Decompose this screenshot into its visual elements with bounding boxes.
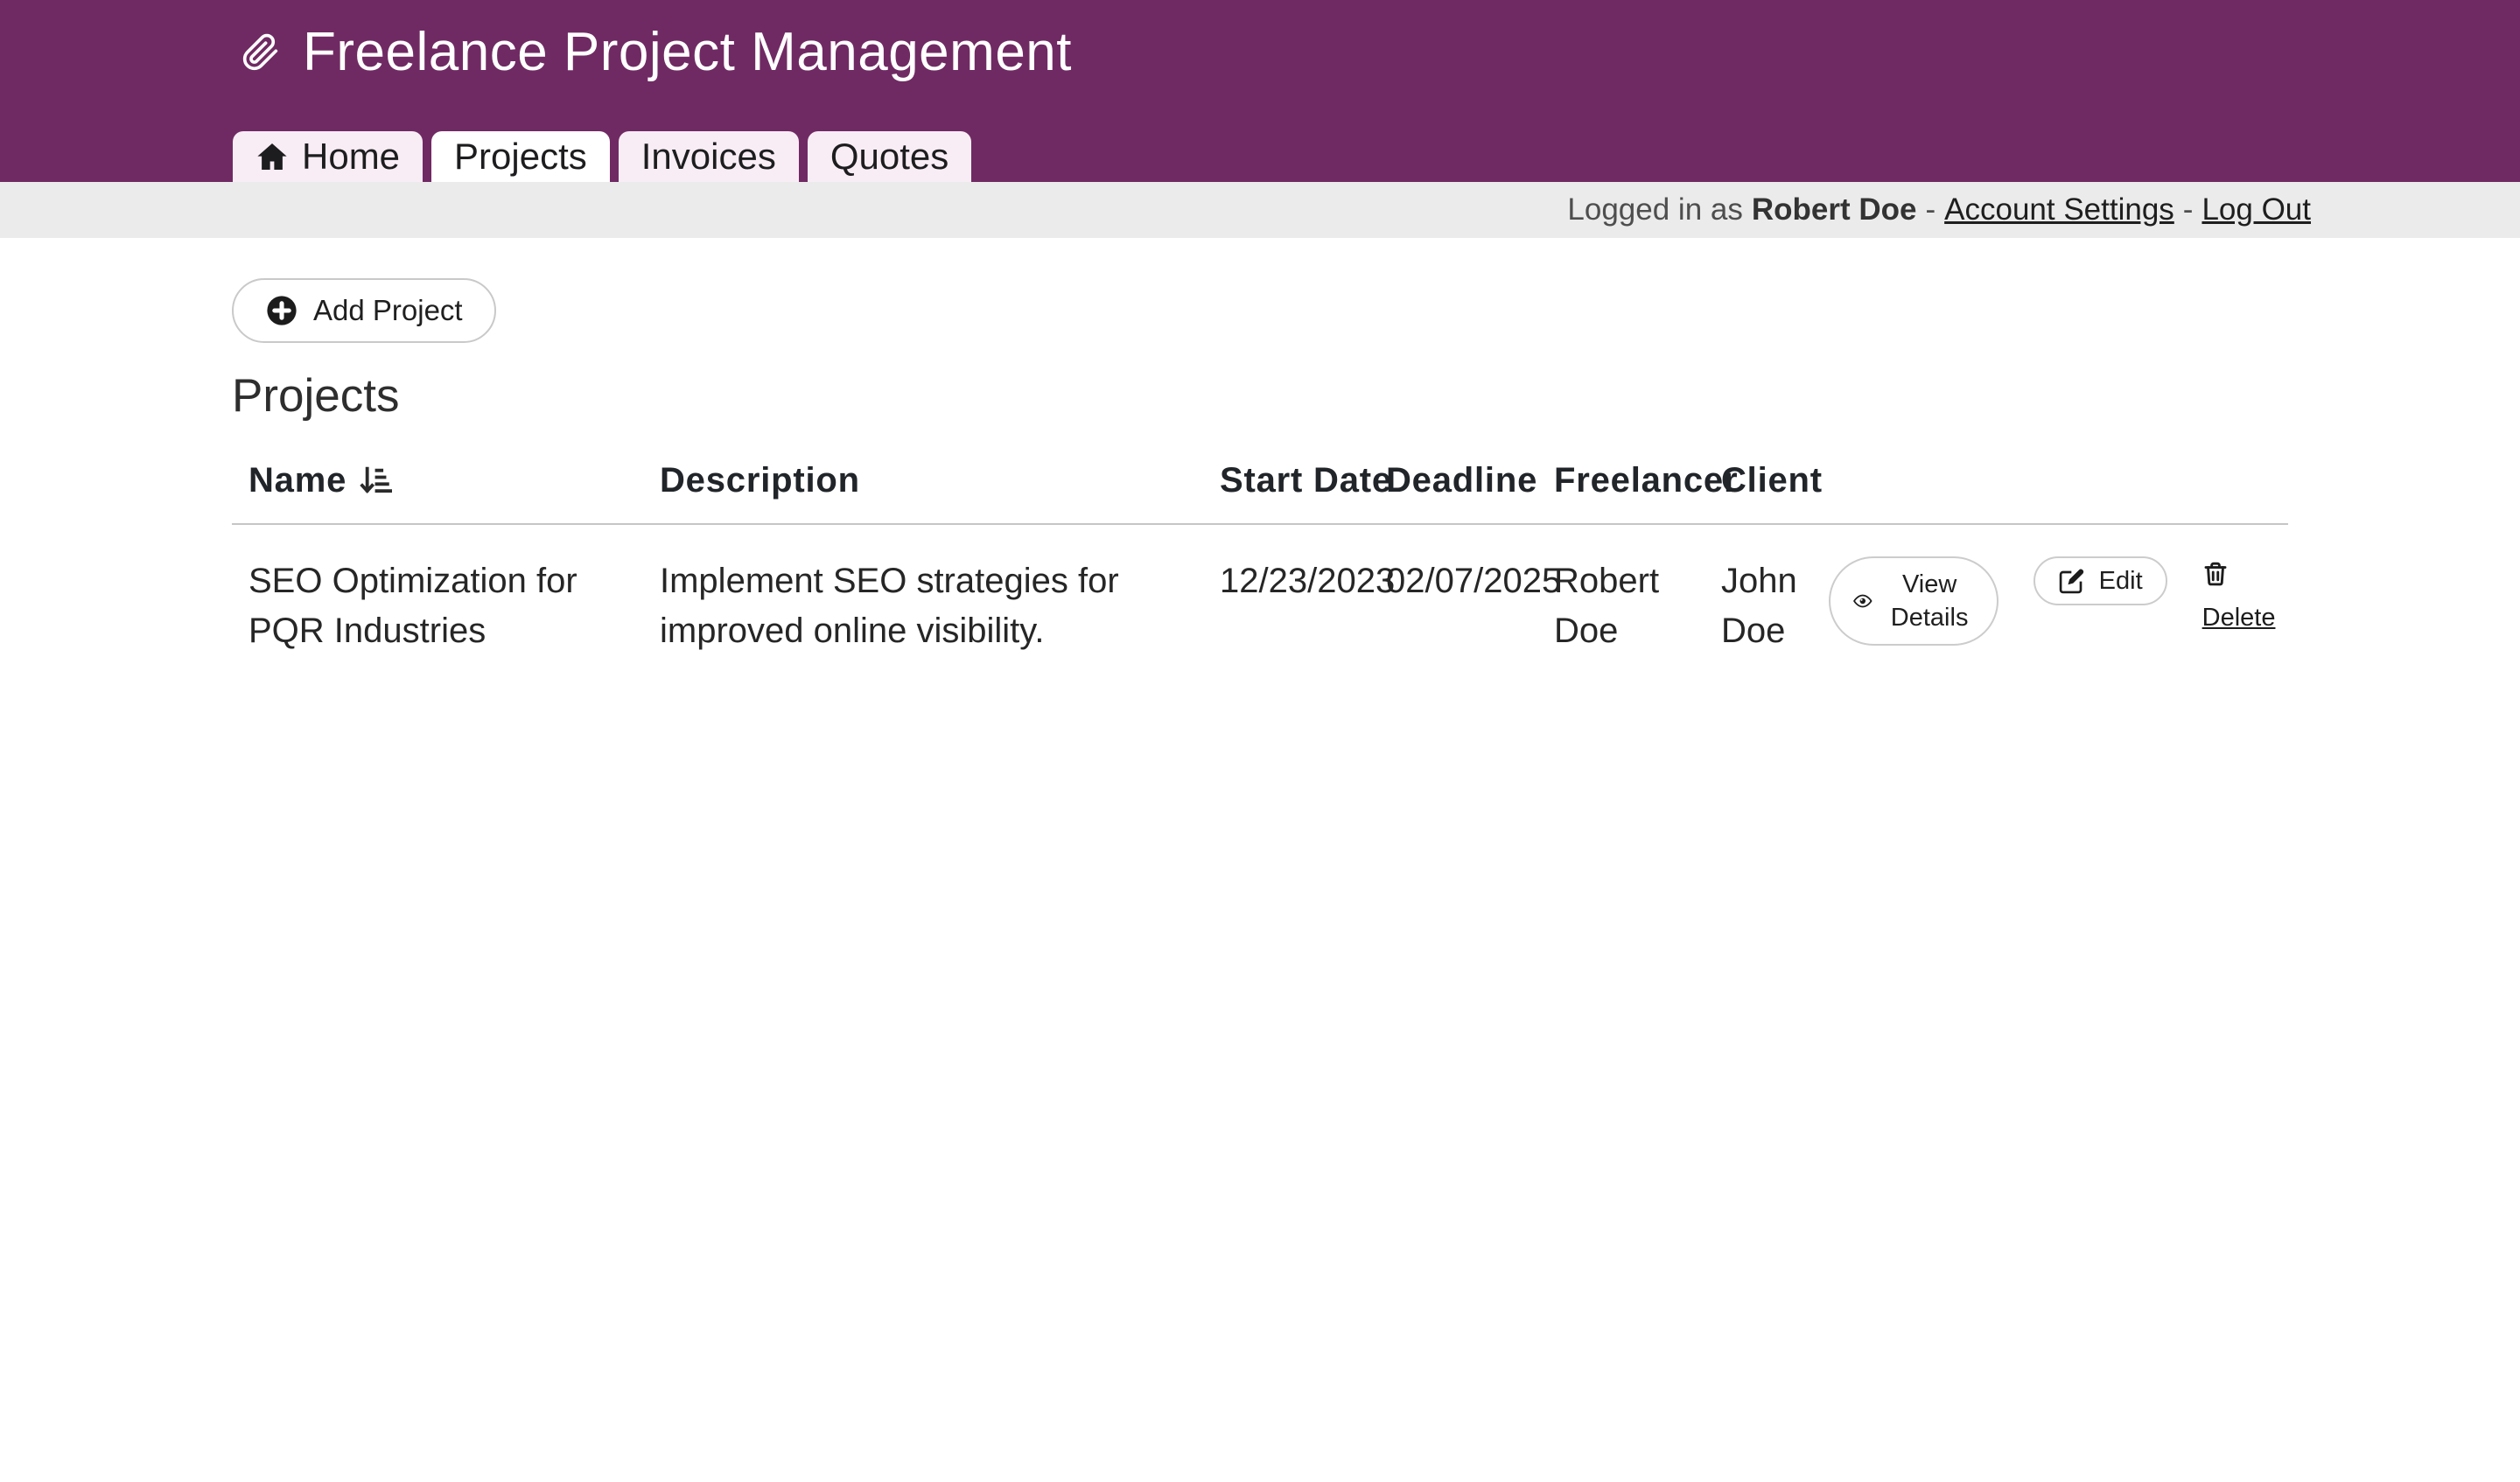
column-header-name[interactable]: Name xyxy=(232,461,643,524)
column-header-start-date: Start Date xyxy=(1203,461,1369,524)
row-actions: View Details Edit xyxy=(1829,556,2271,646)
tab-home-label: Home xyxy=(302,136,400,178)
logged-in-username: Robert Doe xyxy=(1752,192,1917,227)
add-project-button[interactable]: Add Project xyxy=(232,278,496,343)
tab-quotes-label: Quotes xyxy=(830,136,948,178)
delete-label: Delete xyxy=(2202,593,2276,643)
view-details-button[interactable]: View Details xyxy=(1829,556,1998,646)
column-header-description: Description xyxy=(643,461,1203,524)
separator: - xyxy=(2183,192,2194,227)
tab-invoices-label: Invoices xyxy=(641,136,776,178)
cell-description: Implement SEO strategies for improved on… xyxy=(643,524,1203,682)
main-nav: Home Projects Invoices Quotes xyxy=(233,131,971,182)
paperclip-icon xyxy=(242,31,280,73)
sort-amount-down-icon[interactable] xyxy=(357,463,392,498)
tab-home[interactable]: Home xyxy=(233,131,423,182)
column-header-freelancer: Freelancer xyxy=(1537,461,1704,524)
logged-in-text: Logged in as xyxy=(1567,192,1742,227)
edit-button[interactable]: Edit xyxy=(2034,556,2167,605)
projects-heading: Projects xyxy=(232,369,2288,423)
edit-label: Edit xyxy=(2099,564,2143,598)
cell-client: John Doe xyxy=(1704,524,1812,682)
home-icon xyxy=(256,140,289,173)
eye-icon xyxy=(1853,588,1872,614)
table-header-row: Name Description Start Date Deadline Fre… xyxy=(232,461,2288,524)
cell-deadline: 02/07/2025 xyxy=(1369,524,1537,682)
cell-project-name: SEO Optimization for PQR Industries xyxy=(232,524,643,682)
projects-table: Name Description Start Date Deadline Fre… xyxy=(232,461,2288,682)
add-project-label: Add Project xyxy=(313,294,463,327)
app-header: Freelance Project Management Home Projec… xyxy=(0,0,2520,182)
main-content: Add Project Projects Name Description St… xyxy=(232,238,2288,682)
account-settings-link[interactable]: Account Settings xyxy=(1944,192,2174,227)
log-out-link[interactable]: Log Out xyxy=(2202,192,2311,227)
table-row: SEO Optimization for PQR Industries Impl… xyxy=(232,524,2288,682)
page-title: Freelance Project Management xyxy=(303,21,1072,83)
tab-projects[interactable]: Projects xyxy=(431,131,610,182)
trash-icon xyxy=(2202,560,2229,588)
column-header-client: Client xyxy=(1704,461,1812,524)
delete-link[interactable]: Delete xyxy=(2202,560,2276,643)
cell-start-date: 12/23/2023 xyxy=(1203,524,1369,682)
plus-circle-icon xyxy=(265,294,298,327)
column-header-deadline: Deadline xyxy=(1369,461,1537,524)
column-header-actions xyxy=(1812,461,2288,524)
tab-invoices[interactable]: Invoices xyxy=(619,131,799,182)
cell-freelancer: Robert Doe xyxy=(1537,524,1704,682)
separator: - xyxy=(1925,192,1936,227)
view-details-label: View Details xyxy=(1886,568,1974,634)
tab-projects-label: Projects xyxy=(454,136,587,178)
edit-icon xyxy=(2058,567,2086,595)
brand: Freelance Project Management xyxy=(242,21,1072,83)
tab-quotes[interactable]: Quotes xyxy=(808,131,971,182)
user-bar: Logged in as Robert Doe - Account Settin… xyxy=(0,182,2520,238)
